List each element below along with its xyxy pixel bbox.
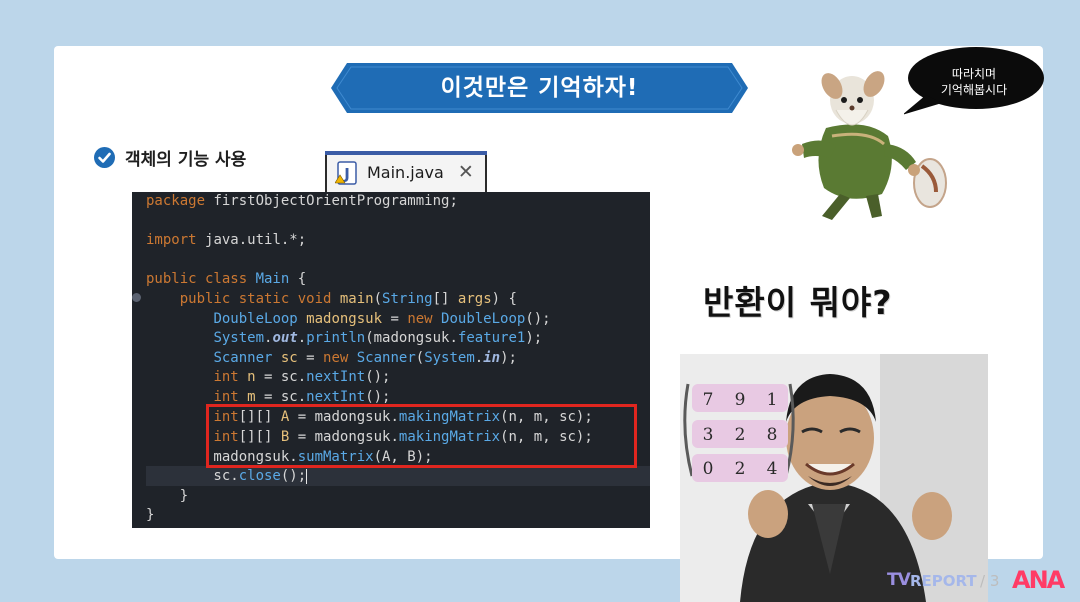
code-line-8: System.out.println(madongsuk.feature1); bbox=[213, 330, 543, 346]
code-line-15: sc.close(); bbox=[146, 468, 308, 484]
banner-title: 이것만은 기억하자! bbox=[440, 75, 639, 101]
matrix-cell: 7 bbox=[702, 390, 714, 410]
ana-logo: ANA bbox=[1012, 566, 1065, 594]
question-text: 반환이 뭐야? bbox=[703, 283, 893, 322]
faint-watermark: / 3 bbox=[980, 572, 1000, 590]
tab-label: Main.java bbox=[367, 163, 444, 182]
matrix-row-1: 7 9 1 bbox=[692, 390, 788, 414]
tv-logo: TV bbox=[887, 570, 911, 590]
matrix-cell: 0 bbox=[702, 459, 714, 479]
bullet-item: 객체의 기능 사용 bbox=[94, 146, 247, 170]
java-file-icon: J bbox=[335, 160, 357, 185]
tab-main-java[interactable]: J Main.java ✕ bbox=[325, 151, 487, 192]
highlight-box bbox=[206, 404, 637, 468]
matrix-cell: 2 bbox=[734, 425, 746, 445]
matrix-cell: 8 bbox=[766, 425, 778, 445]
code-line-17: } bbox=[146, 507, 155, 523]
kung-fu-master-illustration bbox=[792, 71, 947, 220]
code-editor[interactable]: package firstObjectOrientProgramming; im… bbox=[132, 192, 650, 528]
meme-photo: 7 9 1 3 2 8 0 2 4 bbox=[680, 354, 988, 602]
matrix-cell: 9 bbox=[734, 390, 746, 410]
code-line-1: package firstObjectOrientProgramming; bbox=[146, 193, 458, 209]
code-line-6: public static void main(String[] args) { bbox=[179, 291, 517, 307]
matrix-row-2: 3 2 8 bbox=[692, 425, 788, 449]
matrix-row-3: 0 2 4 bbox=[692, 459, 788, 483]
svg-text:J: J bbox=[343, 165, 350, 183]
matrix-cell: 2 bbox=[734, 459, 746, 479]
bullet-label: 객체의 기능 사용 bbox=[125, 149, 247, 170]
close-icon[interactable]: ✕ bbox=[458, 163, 474, 182]
code-line-7: DoubleLoop madongsuk = new DoubleLoop(); bbox=[213, 311, 551, 327]
text-caret bbox=[306, 468, 308, 484]
matrix-cell: 3 bbox=[702, 425, 714, 445]
code-line-10: int n = sc.nextInt(); bbox=[213, 369, 391, 385]
code-line-5: public class Main { bbox=[146, 271, 307, 287]
check-circle-icon bbox=[94, 146, 115, 168]
code-line-9: Scanner sc = new Scanner(System.in); bbox=[213, 350, 517, 366]
code-line-3: import java.util.*; bbox=[146, 232, 307, 248]
code-line-16: } bbox=[146, 488, 189, 504]
matrix-cell: 1 bbox=[766, 390, 778, 410]
report-logo: REPORT bbox=[910, 572, 977, 590]
title-banner: 이것만은 기억하자! bbox=[331, 63, 748, 113]
matrix-cell: 4 bbox=[766, 459, 778, 479]
fold-marker-icon[interactable] bbox=[132, 293, 141, 302]
tab-active-indicator bbox=[325, 151, 487, 155]
